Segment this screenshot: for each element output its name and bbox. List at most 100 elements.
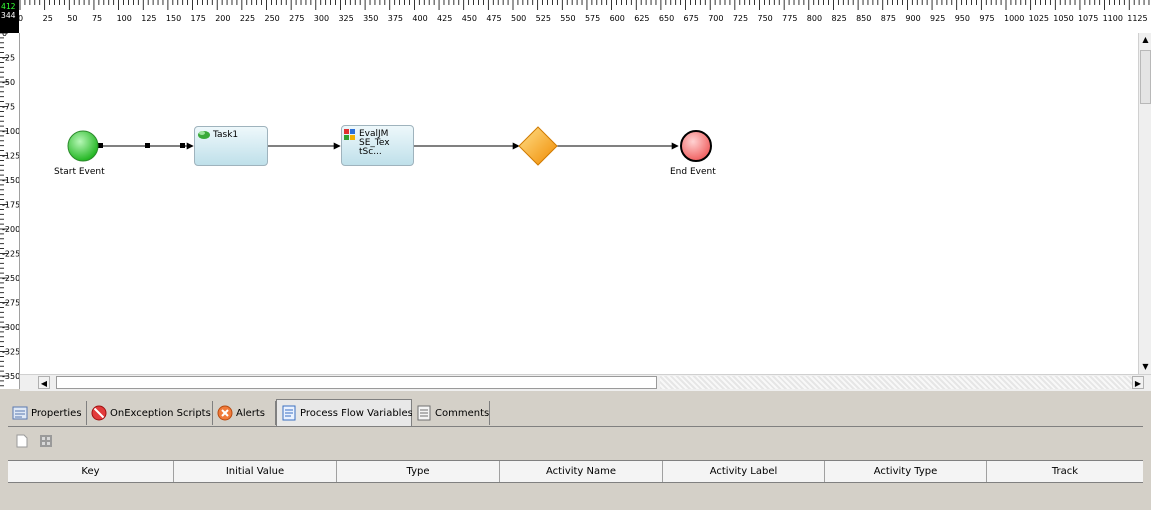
ruler-tick-label: 175 [191, 14, 206, 23]
ruler-tick-label: 975 [979, 14, 994, 23]
scroll-right-icon[interactable]: ▶ [1132, 376, 1144, 389]
canvas-horizontal-scrollbar[interactable]: ◀ ▶ [20, 374, 1151, 391]
ruler-tick-label: 1125 [1127, 14, 1147, 23]
ruler-tick-label: 150 [166, 14, 181, 23]
ruler-tick-label: -300 [2, 323, 19, 332]
canvas-vertical-scrollbar[interactable]: ▲ ▼ [1138, 33, 1151, 374]
ruler-tick-label: 1075 [1078, 14, 1098, 23]
column-header-activity-name[interactable]: Activity Name [500, 461, 663, 482]
process-canvas[interactable]: Start Event End Event Task1 EvalJM SE_Te… [20, 33, 1138, 374]
delete-grid-icon[interactable] [40, 435, 52, 450]
tab-onexception-label: OnException Scripts [110, 407, 211, 419]
ruler-tick-label: 725 [733, 14, 748, 23]
tab-onexception-scripts[interactable]: OnException Scripts [87, 401, 213, 425]
ruler-tick-label: 700 [708, 14, 723, 23]
table-header: Key Initial Value Type Activity Name Act… [8, 460, 1143, 483]
start-event-label: Start Event [54, 167, 105, 177]
column-header-type[interactable]: Type [337, 461, 500, 482]
tab-alerts-label: Alerts [236, 407, 266, 419]
horizontal-ruler-ticks: 0 25 50 75 100 125 150 175 200 225 250 275 300 325 350… [19, 0, 1150, 23]
scroll-up-icon[interactable]: ▲ [1140, 33, 1151, 47]
tab-properties[interactable]: Properties [8, 401, 87, 425]
ruler-tick-label: 850 [856, 14, 871, 23]
horizontal-scroll-thumb[interactable] [56, 376, 657, 389]
task2-label: EvalJM SE_Tex tSc... [359, 129, 390, 157]
ruler-tick-label: 350 [363, 14, 378, 23]
scroll-down-icon[interactable]: ▼ [1140, 360, 1151, 374]
column-header-track[interactable]: Track [987, 461, 1143, 482]
new-document-icon[interactable] [16, 434, 28, 451]
end-event-node[interactable] [680, 130, 712, 162]
tab-process-flow-variables-label: Process Flow Variables [300, 407, 413, 419]
ruler-tick-label: 75 [92, 14, 102, 23]
ruler-tick-label: -150 [2, 176, 19, 185]
start-event-node[interactable] [67, 130, 99, 162]
ruler-tick-label: 125 [141, 14, 156, 23]
tab-comments[interactable]: Comments [412, 401, 490, 425]
cursor-y-readout: 344 [1, 11, 16, 20]
tab-alerts[interactable]: Alerts [213, 401, 276, 425]
comments-icon [416, 405, 432, 421]
no-entry-icon [91, 405, 107, 421]
properties-icon [12, 405, 28, 421]
task1-node[interactable]: Task1 [194, 126, 268, 166]
ruler-tick-label: 900 [905, 14, 920, 23]
flow-bendpoint[interactable] [180, 143, 185, 148]
ruler-tick-label: 100 [117, 14, 132, 23]
ruler-tick-label: -325 [2, 348, 19, 357]
end-event-label: End Event [670, 167, 716, 177]
ruler-tick-label: 250 [265, 14, 280, 23]
ruler-tick-label: -75 [2, 103, 15, 112]
ruler-tick-label: 400 [412, 14, 427, 23]
ruler-tick-label: -25 [2, 54, 15, 63]
ruler-tick-label: 475 [486, 14, 501, 23]
horizontal-ruler: 0 25 50 75 100 125 150 175 200 225 250 275 300 325 350… [19, 0, 1151, 33]
tab-process-flow-variables[interactable]: Process Flow Variables [276, 399, 413, 426]
ruler-tick-label: 625 [634, 14, 649, 23]
variables-toolbar [8, 430, 1143, 452]
task1-label: Task1 [213, 130, 239, 140]
ruler-tick-label: 750 [758, 14, 773, 23]
ruler-tick-label: 275 [289, 14, 304, 23]
ruler-tick-label: 200 [215, 14, 230, 23]
flow-bendpoint[interactable] [98, 143, 103, 148]
flow-connections [67, 126, 712, 166]
ruler-tick-label: -200 [2, 225, 19, 234]
vertical-ruler: 0 -25 -50 -75 -100 -125 -150 -175 -200 -225 -250 -2… [0, 33, 20, 389]
ruler-tick-label: 375 [388, 14, 403, 23]
scroll-track [660, 376, 1132, 389]
tab-comments-label: Comments [435, 407, 490, 419]
ruler-tick-label: 1100 [1103, 14, 1123, 23]
scroll-left-icon[interactable]: ◀ [38, 376, 50, 389]
task2-node[interactable]: EvalJM SE_Tex tSc... [341, 125, 414, 166]
ruler-tick-label: 575 [585, 14, 600, 23]
gateway-node[interactable] [518, 126, 558, 166]
variables-table: Key Initial Value Type Activity Name Act… [8, 460, 1143, 510]
ruler-tick-label: 450 [462, 14, 477, 23]
bottom-tab-bar: Properties OnException Scripts Alerts Pr… [8, 399, 1143, 427]
column-header-initial-value[interactable]: Initial Value [174, 461, 337, 482]
vertical-scroll-thumb[interactable] [1140, 50, 1151, 104]
ruler-tick-label: 300 [314, 14, 329, 23]
flow-bendpoint[interactable] [145, 143, 150, 148]
vertical-ruler-ticks: 0 -25 -50 -75 -100 -125 -150 -175 -200 -225 -250 -2… [0, 33, 19, 387]
column-header-activity-type[interactable]: Activity Type [825, 461, 987, 482]
alert-error-icon [217, 405, 233, 421]
script-activity-icon [344, 129, 355, 140]
ruler-tick-label: 500 [511, 14, 526, 23]
ruler-tick-label: -175 [2, 201, 19, 210]
column-header-key[interactable]: Key [8, 461, 174, 482]
ruler-tick-label: 1025 [1029, 14, 1049, 23]
ruler-tick-label: 1000 [1004, 14, 1024, 23]
ruler-tick-label: 925 [930, 14, 945, 23]
ruler-tick-label: 800 [807, 14, 822, 23]
ruler-tick-label: 525 [536, 14, 551, 23]
ruler-tick-label: 425 [437, 14, 452, 23]
ruler-tick-label: 25 [43, 14, 53, 23]
ruler-tick-label: -125 [2, 152, 19, 161]
ruler-tick-label: 600 [610, 14, 625, 23]
column-header-activity-label[interactable]: Activity Label [663, 461, 825, 482]
task-icon [198, 131, 210, 139]
ruler-tick-label: 825 [831, 14, 846, 23]
ruler-corner: 412 344 [0, 0, 19, 33]
